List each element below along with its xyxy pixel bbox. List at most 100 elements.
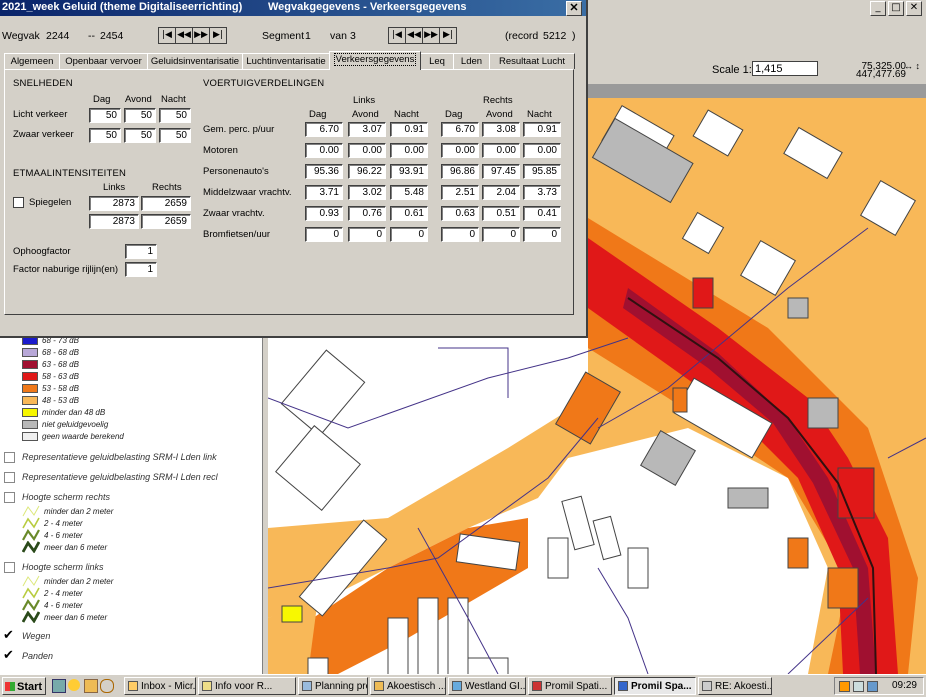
- voertuig-value-field[interactable]: 93.91: [390, 164, 428, 179]
- voertuig-value-field[interactable]: 95.36: [305, 164, 343, 179]
- etmaal-links-label: Links: [103, 182, 126, 193]
- next-record-button[interactable]: ▶▶: [193, 28, 210, 43]
- voertuig-value-field[interactable]: 0.91: [390, 122, 428, 137]
- voertuig-value-field[interactable]: 0: [441, 227, 479, 242]
- voertuig-value-field[interactable]: 3.08: [482, 122, 520, 137]
- voertuig-value-field[interactable]: 0.93: [305, 206, 343, 221]
- voertuig-value-field[interactable]: 97.45: [482, 164, 520, 179]
- layer2-checkbox[interactable]: [4, 472, 15, 483]
- voertuig-value-field[interactable]: 2.04: [482, 185, 520, 200]
- last-record-button[interactable]: ▶|: [210, 28, 226, 43]
- tab-lden[interactable]: Lden: [453, 53, 490, 69]
- voertuig-value-field[interactable]: 0.00: [482, 143, 520, 158]
- first-segment-button[interactable]: |◀: [389, 28, 406, 43]
- tab-luchtinventarisatie[interactable]: Luchtinventarisatie: [242, 53, 330, 69]
- voertuig-value-field[interactable]: 0.61: [390, 206, 428, 221]
- voertuig-value-field[interactable]: 0.00: [390, 143, 428, 158]
- panden-checkmark-icon[interactable]: ✔: [3, 647, 14, 663]
- voertuig-value-field[interactable]: 0.00: [305, 143, 343, 158]
- outlook-icon[interactable]: [100, 679, 114, 693]
- zwaar-dag-field[interactable]: 50: [89, 128, 121, 143]
- tab-algemeen[interactable]: Algemeen: [4, 53, 60, 69]
- tray-app-icon[interactable]: [839, 681, 850, 692]
- taskbar-item[interactable]: Westland GI...: [448, 677, 526, 695]
- voertuig-value-field[interactable]: 0: [523, 227, 561, 242]
- next-segment-button[interactable]: ▶▶: [423, 28, 440, 43]
- voertuig-value-field[interactable]: 2.51: [441, 185, 479, 200]
- favorites-star-icon[interactable]: [68, 679, 80, 691]
- taskbar-item[interactable]: Planning pro...: [298, 677, 368, 695]
- zwaar-avond-field[interactable]: 50: [124, 128, 156, 143]
- voertuig-value-field[interactable]: 0: [482, 227, 520, 242]
- minimize-button[interactable]: _: [870, 1, 886, 16]
- maximize-button[interactable]: □: [888, 1, 904, 16]
- voertuig-value-field[interactable]: 0: [305, 227, 343, 242]
- dialog-titlebar[interactable]: 2021_week Geluid (theme Digitaliseerrich…: [0, 0, 586, 16]
- scherm-item-row: meer dan 6 meter: [22, 541, 107, 553]
- etmaal-links-2-field[interactable]: 2873: [89, 214, 139, 229]
- spiegelen-checkbox[interactable]: [13, 197, 24, 208]
- voertuig-value-field[interactable]: 95.85: [523, 164, 561, 179]
- licht-nacht-field[interactable]: 50: [159, 108, 191, 123]
- show-desktop-icon[interactable]: [52, 679, 66, 693]
- prev-record-button[interactable]: ◀◀: [176, 28, 193, 43]
- voertuig-value-field[interactable]: 3.73: [523, 185, 561, 200]
- prev-segment-button[interactable]: ◀◀: [406, 28, 423, 43]
- first-record-button[interactable]: |◀: [159, 28, 176, 43]
- legend-panel[interactable]: 68 - 73 dB 68 - 68 dB 63 - 68 dB 58 - 63 dB…: [0, 336, 264, 674]
- voertuig-value-field[interactable]: 0: [348, 227, 386, 242]
- folder-icon[interactable]: [84, 679, 98, 693]
- scherm-links-checkbox[interactable]: [4, 562, 15, 573]
- licht-avond-field[interactable]: 50: [124, 108, 156, 123]
- scale-input[interactable]: 1,415: [752, 61, 818, 76]
- taskbar-item[interactable]: Promil Spa...: [614, 677, 696, 695]
- tab-geluidsinventarisatie[interactable]: Geluidsinventarisatie: [147, 53, 243, 69]
- taskbar-item[interactable]: Info voor R...: [198, 677, 296, 695]
- wegen-checkmark-icon[interactable]: ✔: [3, 627, 14, 643]
- voertuig-value-field[interactable]: 5.48: [390, 185, 428, 200]
- tray-network-icon[interactable]: [867, 681, 878, 692]
- start-button[interactable]: Start: [2, 677, 46, 695]
- taskbar-item[interactable]: RE: Akoesti...: [698, 677, 772, 695]
- voertuig-value-field[interactable]: 96.86: [441, 164, 479, 179]
- voertuig-value-field[interactable]: 0.51: [482, 206, 520, 221]
- etmaal-rechts-1-field[interactable]: 2659: [141, 196, 191, 211]
- voertuig-value-field[interactable]: 0.00: [441, 143, 479, 158]
- voertuig-value-field[interactable]: 0.63: [441, 206, 479, 221]
- etmaal-rechts-2-field[interactable]: 2659: [141, 214, 191, 229]
- taskbar-item[interactable]: Promil Spati...: [528, 677, 612, 695]
- window-title: Wegvakgegevens - Verkeersgegevens: [268, 1, 467, 13]
- voertuig-value-field[interactable]: 3.02: [348, 185, 386, 200]
- scherm-item-row: 4 - 6 meter: [22, 529, 83, 541]
- voertuig-value-field[interactable]: 3.07: [348, 122, 386, 137]
- last-segment-button[interactable]: ▶|: [440, 28, 456, 43]
- record-value: 5212: [543, 30, 567, 42]
- scherm-rechts-checkbox[interactable]: [4, 492, 15, 503]
- voertuig-value-field[interactable]: 0.41: [523, 206, 561, 221]
- zwaar-nacht-field[interactable]: 50: [159, 128, 191, 143]
- voertuig-value-field[interactable]: 0.00: [348, 143, 386, 158]
- tray-lock-icon[interactable]: [853, 681, 864, 692]
- voertuig-value-field[interactable]: 0.00: [523, 143, 561, 158]
- taskbar-item[interactable]: Akoestisch ...: [370, 677, 446, 695]
- licht-dag-field[interactable]: 50: [89, 108, 121, 123]
- voertuig-value-field[interactable]: 0.76: [348, 206, 386, 221]
- tab-leq[interactable]: Leq: [420, 53, 454, 69]
- voertuig-value-field[interactable]: 6.70: [441, 122, 479, 137]
- tab-verkeersgegevens[interactable]: Verkeersgegevens: [329, 51, 421, 70]
- voertuig-value-field[interactable]: 0.91: [523, 122, 561, 137]
- ophoogfactor-field[interactable]: 1: [125, 244, 157, 259]
- close-button[interactable]: ✕: [566, 1, 582, 16]
- tab-resultaat-lucht[interactable]: Resultaat Lucht: [489, 53, 575, 69]
- voertuig-value-field[interactable]: 3.71: [305, 185, 343, 200]
- taskbar-item[interactable]: Inbox - Micr...: [124, 677, 196, 695]
- etmaal-links-1-field[interactable]: 2873: [89, 196, 139, 211]
- voertuig-value-field[interactable]: 6.70: [305, 122, 343, 137]
- coordinate-y: 447,477.69: [855, 69, 906, 80]
- voertuig-value-field[interactable]: 0: [390, 227, 428, 242]
- app-close-button[interactable]: ✕: [906, 1, 922, 16]
- voertuig-value-field[interactable]: 96.22: [348, 164, 386, 179]
- factor-naburige-field[interactable]: 1: [125, 262, 157, 277]
- tab-openbaar-vervoer[interactable]: Openbaar vervoer: [59, 53, 148, 69]
- layer1-checkbox[interactable]: [4, 452, 15, 463]
